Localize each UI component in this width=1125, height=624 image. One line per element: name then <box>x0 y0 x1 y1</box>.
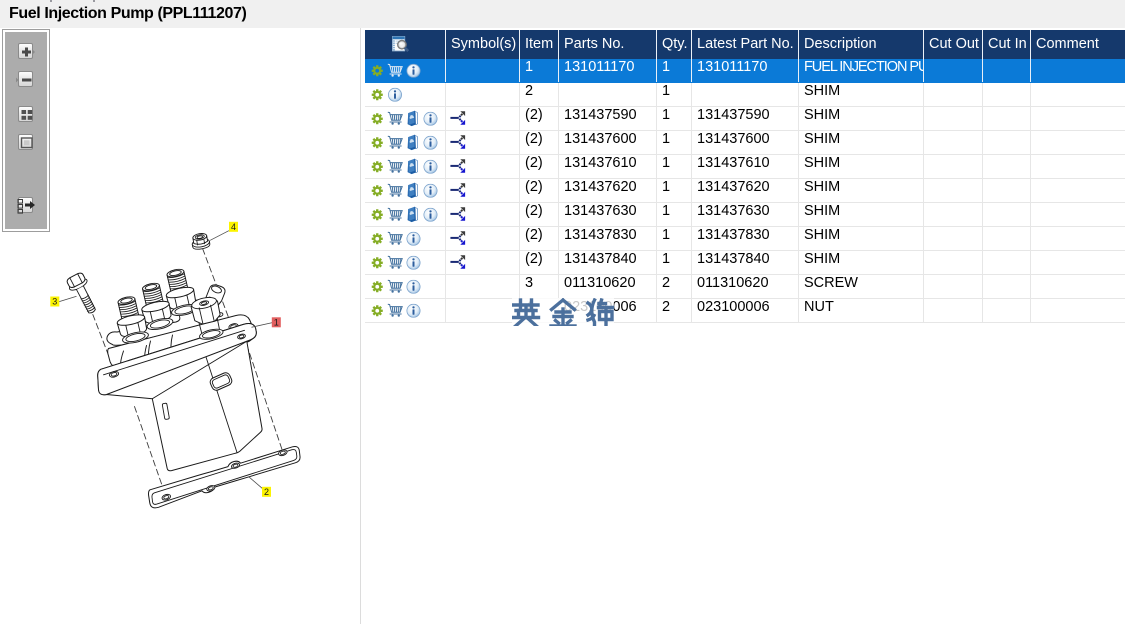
svg-text:1: 1 <box>274 317 279 327</box>
svg-text:4: 4 <box>231 222 236 232</box>
svg-text:3: 3 <box>52 297 57 307</box>
svg-text:2: 2 <box>264 487 269 497</box>
